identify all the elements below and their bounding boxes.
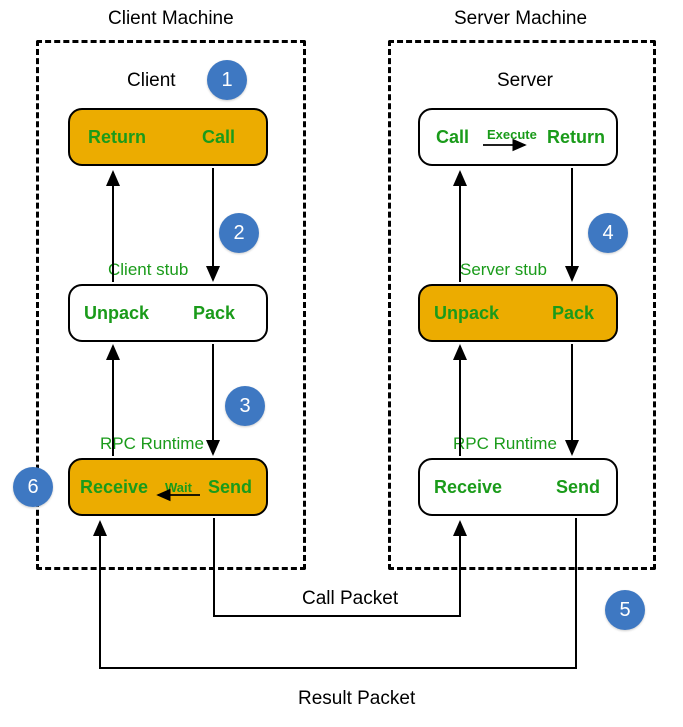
server-receive-label: Receive bbox=[434, 477, 502, 498]
server-runtime-box: Receive Send bbox=[418, 458, 618, 516]
client-runtime-box: Receive Wait Send bbox=[68, 458, 268, 516]
client-stub-label: Client stub bbox=[108, 260, 188, 280]
client-machine-title: Client Machine bbox=[108, 8, 234, 30]
client-stub-box: Unpack Pack bbox=[68, 284, 268, 342]
server-execute-label: Execute bbox=[487, 127, 537, 142]
client-return-label: Return bbox=[88, 127, 146, 148]
server-pack-label: Pack bbox=[552, 303, 594, 324]
client-call-label: Call bbox=[202, 127, 235, 148]
step-3-badge: 3 bbox=[225, 386, 265, 426]
result-packet-label: Result Packet bbox=[298, 688, 415, 710]
server-box: Call Execute Return bbox=[418, 108, 618, 166]
call-packet-label: Call Packet bbox=[302, 588, 398, 610]
client-unpack-label: Unpack bbox=[84, 303, 149, 324]
rpc-runtime-left-label: RPC Runtime bbox=[100, 434, 204, 454]
step-6-badge: 6 bbox=[13, 467, 53, 507]
step-4-badge: 4 bbox=[588, 213, 628, 253]
rpc-runtime-right-label: RPC Runtime bbox=[453, 434, 557, 454]
server-unpack-label: Unpack bbox=[434, 303, 499, 324]
server-call-label: Call bbox=[436, 127, 469, 148]
server-title: Server bbox=[497, 70, 553, 92]
server-send-label: Send bbox=[556, 477, 600, 498]
client-box: Return Call bbox=[68, 108, 268, 166]
client-send-label: Send bbox=[208, 477, 252, 498]
client-pack-label: Pack bbox=[193, 303, 235, 324]
client-title: Client bbox=[127, 70, 176, 92]
step-1-badge: 1 bbox=[207, 60, 247, 100]
server-stub-label: Server stub bbox=[460, 260, 547, 280]
step-5-badge: 5 bbox=[605, 590, 645, 630]
client-wait-label: Wait bbox=[165, 480, 192, 495]
server-stub-box: Unpack Pack bbox=[418, 284, 618, 342]
server-machine-title: Server Machine bbox=[454, 8, 587, 30]
client-receive-label: Receive bbox=[80, 477, 148, 498]
server-return-label: Return bbox=[547, 127, 605, 148]
step-2-badge: 2 bbox=[219, 213, 259, 253]
